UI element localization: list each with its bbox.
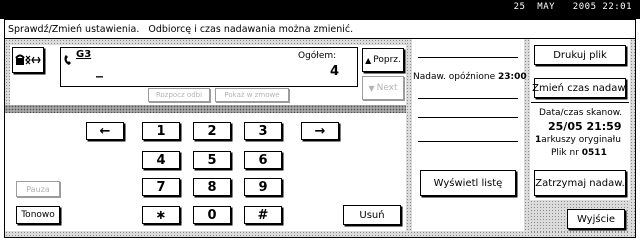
middle-divider (418, 98, 518, 99)
handset-icon (63, 51, 77, 70)
exit-button[interactable]: Wyjście (567, 209, 625, 229)
delayed-time: 23:00 (498, 72, 527, 82)
tone-button[interactable]: Tonowo (16, 206, 60, 224)
line-label: G3 (76, 49, 92, 60)
delayed-label: Nadaw. opóźnione 23:00 (413, 72, 527, 82)
pattern-gutter (5, 45, 10, 105)
datetime: 25 MAY 2005 22:01 (513, 2, 632, 12)
middle-divider (418, 57, 518, 58)
cursor-right-button[interactable]: → (301, 122, 339, 140)
key-8[interactable]: 8 (193, 178, 231, 196)
prev-button[interactable]: ▲ Poprz. (362, 48, 404, 72)
middle-divider (418, 141, 518, 142)
destination-value: _ (96, 62, 103, 78)
pattern-gutter (406, 39, 412, 237)
pattern-gutter (5, 39, 410, 45)
header-message: Sprawdź/Zmień ustawienia. Odbiorcę i cza… (8, 24, 354, 35)
key-5[interactable]: 5 (193, 151, 231, 169)
keypad-divider (5, 105, 406, 113)
scan-value: 25/05 21:59 (548, 120, 622, 133)
change-tab[interactable]: Pokaż w zmowe (215, 88, 289, 102)
fax-mode-button[interactable] (12, 47, 44, 73)
triangle-up-icon: ▲ (365, 55, 372, 65)
total-label: Ogółem: (298, 51, 337, 61)
pause-button[interactable]: Pauza (16, 181, 60, 197)
recipient-tab[interactable]: Rozpocz odbi (148, 88, 210, 102)
triangle-down-icon: ▼ (368, 83, 375, 93)
pattern-gutter (630, 39, 635, 237)
sheets-info: 1arkuszy oryginału (535, 135, 621, 145)
total-value: 4 (330, 64, 340, 79)
next-button[interactable]: ▼ Next (362, 76, 404, 100)
show-list-button[interactable]: Wyświetl listę (420, 170, 516, 196)
hold-send-button[interactable]: Zatrzymaj nadaw. (534, 170, 626, 196)
file-number: 0511 (581, 148, 607, 158)
key-1[interactable]: 1 (142, 122, 180, 140)
key-2[interactable]: 2 (193, 122, 231, 140)
cursor-left-button[interactable]: ← (86, 122, 124, 140)
phone-fax-icon (15, 54, 41, 65)
key-9[interactable]: 9 (244, 178, 282, 196)
middle-divider (418, 117, 518, 118)
key-7[interactable]: 7 (142, 178, 180, 196)
file-info: Plik nr 0511 (551, 148, 607, 158)
right-divider (531, 102, 629, 103)
key-3[interactable]: 3 (244, 122, 282, 140)
scan-label: Data/czas skanow. (539, 108, 623, 118)
key-hash[interactable]: # (244, 206, 282, 224)
key-4[interactable]: 4 (142, 151, 180, 169)
delete-button[interactable]: Usuń (343, 205, 401, 225)
key-0[interactable]: 0 (193, 206, 231, 224)
key-6[interactable]: 6 (244, 151, 282, 169)
key-star[interactable]: ∗ (142, 206, 180, 224)
print-file-button[interactable]: Drukuj plik (534, 45, 626, 65)
change-time-button[interactable]: Zmień czas nadaw. (532, 78, 628, 98)
